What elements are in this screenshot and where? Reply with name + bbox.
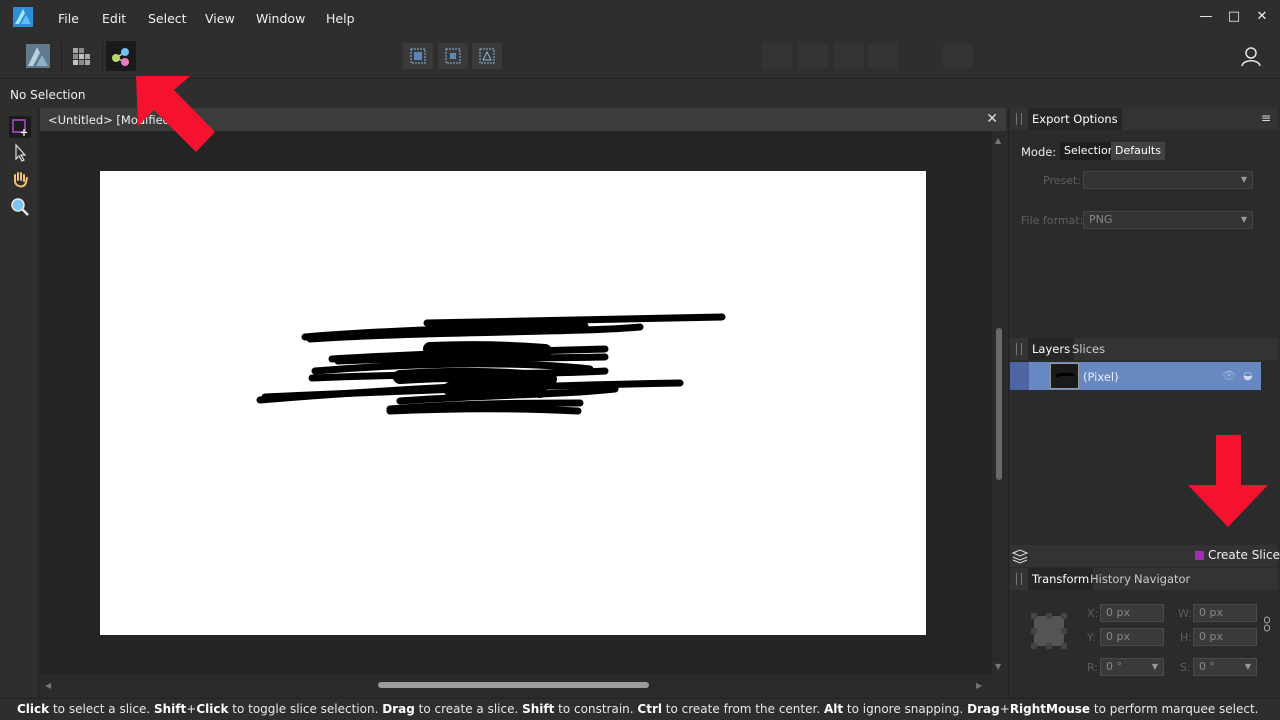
x-position-input[interactable]: 0 px xyxy=(1100,604,1164,622)
panel-grip-icon[interactable] xyxy=(1016,343,1022,355)
shear-input[interactable]: 0 ° ▼ xyxy=(1193,658,1257,676)
toolbar-separator xyxy=(102,42,103,72)
document-canvas[interactable] xyxy=(100,171,926,635)
y-label: Y: xyxy=(1087,631,1096,644)
slice-grid-button[interactable] xyxy=(403,43,433,69)
mode-label: Mode: xyxy=(1021,145,1057,159)
w-label: W: xyxy=(1178,607,1192,620)
arrange-front-button[interactable] xyxy=(762,43,792,69)
scribble-thumbnail-icon xyxy=(1055,372,1075,378)
menu-window[interactable]: Window xyxy=(256,11,305,26)
arrange-backward-button[interactable] xyxy=(834,43,864,69)
chevron-down-icon: ▼ xyxy=(1240,215,1247,224)
file-format-dropdown[interactable]: PNG ▼ xyxy=(1083,211,1253,229)
export-persona-icon[interactable] xyxy=(106,41,136,71)
slice-grid-icon xyxy=(410,48,426,64)
tab-slices[interactable]: Slices xyxy=(1072,342,1105,356)
pixel-persona-icon[interactable] xyxy=(67,41,97,71)
tab-history[interactable]: History xyxy=(1090,572,1131,586)
hand-tool-icon[interactable] xyxy=(9,169,31,191)
height-input[interactable]: 0 px xyxy=(1193,628,1257,646)
chevron-down-icon: ▼ xyxy=(1244,662,1251,671)
toolbar-separator xyxy=(61,42,62,72)
visibility-eye-icon[interactable]: 👁 xyxy=(1222,369,1236,382)
link-chain-icon[interactable] xyxy=(1263,616,1271,632)
slice-selection-tool-icon[interactable] xyxy=(9,142,31,164)
s-label: S: xyxy=(1180,661,1191,674)
create-slice-button[interactable]: Create Slice xyxy=(1208,548,1280,562)
arrange-back-button[interactable] xyxy=(868,43,898,69)
chevron-down-icon: ▼ xyxy=(1151,662,1158,671)
preset-label: Preset: xyxy=(1043,174,1082,187)
slice-transform-button[interactable] xyxy=(472,43,502,69)
menu-bar: File Edit Select View Window Help — □ ✕ xyxy=(0,0,1280,36)
h-label: H: xyxy=(1180,631,1192,644)
panel-grip-icon[interactable] xyxy=(1016,573,1022,585)
arrange-forward-button[interactable] xyxy=(798,43,828,69)
annotation-arrow-icon xyxy=(1188,435,1268,527)
slice-export-icon[interactable]: ◒ xyxy=(1243,369,1253,382)
chevron-down-icon: ▼ xyxy=(1240,175,1247,184)
selection-status: No Selection xyxy=(10,88,86,102)
annotation-arrow-icon xyxy=(136,76,215,152)
zoom-tool-icon[interactable] xyxy=(9,196,31,218)
scroll-right-arrow-icon[interactable]: ▶ xyxy=(976,681,982,690)
layers-stack-icon[interactable] xyxy=(1012,548,1028,564)
scroll-up-arrow-icon[interactable]: ▲ xyxy=(995,136,1001,145)
preset-dropdown[interactable]: ▼ xyxy=(1083,171,1253,189)
file-format-value: PNG xyxy=(1089,213,1113,226)
minimize-button[interactable]: — xyxy=(1198,9,1214,25)
menu-view[interactable]: View xyxy=(205,11,235,26)
y-position-input[interactable]: 0 px xyxy=(1100,628,1164,646)
status-hint-text: Click to select a slice. Shift+Click to … xyxy=(17,702,1259,716)
file-format-label: File format: xyxy=(1021,214,1084,227)
slice-tool-icon[interactable] xyxy=(9,116,31,138)
close-window-button[interactable]: ✕ xyxy=(1254,9,1270,25)
slice-transform-icon xyxy=(479,48,495,64)
vertical-scroll-thumb[interactable] xyxy=(996,328,1002,480)
layer-name: (Pixel) xyxy=(1083,370,1119,384)
anchor-point-selector-icon[interactable] xyxy=(1030,612,1068,650)
shear-value: 0 ° xyxy=(1199,660,1215,673)
layer-row-handle[interactable] xyxy=(1010,362,1029,390)
layer-thumbnail xyxy=(1050,363,1079,389)
panel-menu-icon[interactable]: ≡ xyxy=(1261,111,1271,125)
scroll-down-arrow-icon[interactable]: ▼ xyxy=(995,662,1001,671)
close-document-button[interactable]: ✕ xyxy=(986,111,998,127)
affinity-logo-icon[interactable] xyxy=(13,7,33,27)
menu-file[interactable]: File xyxy=(58,11,79,26)
pixel-scribble xyxy=(256,313,726,415)
x-label: X: xyxy=(1087,607,1099,620)
slice-bounds-icon xyxy=(445,48,461,64)
rotation-value: 0 ° xyxy=(1106,660,1122,673)
menu-edit[interactable]: Edit xyxy=(102,11,126,26)
menu-help[interactable]: Help xyxy=(326,11,355,26)
r-label: R: xyxy=(1087,661,1099,674)
mode-selection-button[interactable]: Selection xyxy=(1060,142,1119,160)
user-account-icon[interactable] xyxy=(1238,44,1264,70)
mode-defaults-button[interactable]: Defaults xyxy=(1111,142,1165,160)
menu-select[interactable]: Select xyxy=(148,11,187,26)
slice-bounds-button[interactable] xyxy=(438,43,468,69)
tab-transform[interactable]: Transform xyxy=(1028,568,1094,590)
tab-export-options[interactable]: Export Options xyxy=(1028,108,1122,130)
scroll-left-arrow-icon[interactable]: ◀ xyxy=(45,681,51,690)
width-input[interactable]: 0 px xyxy=(1193,604,1257,622)
rotation-input[interactable]: 0 ° ▼ xyxy=(1100,658,1164,676)
create-slice-icon xyxy=(1195,551,1204,560)
horizontal-scroll-thumb[interactable] xyxy=(378,682,649,688)
photo-persona-icon[interactable] xyxy=(23,41,53,71)
tab-layers[interactable]: Layers xyxy=(1028,338,1075,360)
panel-grip-icon[interactable] xyxy=(1016,113,1022,125)
maximize-button[interactable]: □ xyxy=(1226,9,1242,25)
tab-navigator[interactable]: Navigator xyxy=(1134,572,1190,586)
align-button[interactable] xyxy=(943,43,973,69)
status-bar: Click to select a slice. Shift+Click to … xyxy=(0,698,1280,720)
tools-panel xyxy=(0,108,39,698)
